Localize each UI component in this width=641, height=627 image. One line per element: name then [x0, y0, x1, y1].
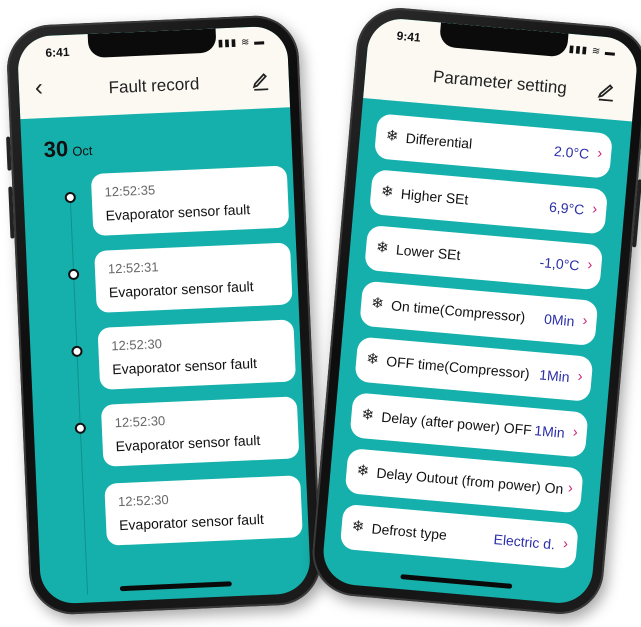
fault-message: Evaporator sensor fault: [105, 201, 251, 224]
chevron-right-icon: ›: [572, 423, 579, 441]
snowflake-icon: ❄: [375, 238, 390, 257]
timeline-dot: [64, 191, 77, 204]
side-button: [6, 136, 12, 171]
param-row-differential[interactable]: ❄ Differential 2.0°C ›: [373, 113, 613, 179]
notch: [87, 28, 217, 59]
param-row-off-time[interactable]: ❄ OFF time(Compressor) 1Min ›: [354, 336, 594, 402]
chevron-right-icon: ›: [591, 200, 599, 218]
edit-icon[interactable]: [596, 78, 618, 102]
param-row-higher-set[interactable]: ❄ Higher SEt 6,9°C ›: [369, 169, 609, 235]
phone-fault-record: 6:41 ▮▮▮ ≋ ▬ ‹ Fault record 30 Oct 12:52:…: [5, 13, 323, 617]
fault-time: 12:52:31: [107, 259, 159, 277]
timeline-dot: [67, 268, 80, 281]
snowflake-icon: ❄: [365, 350, 380, 369]
fault-message: Evaporator sensor fault: [115, 431, 261, 455]
param-value: 1Min: [538, 366, 571, 386]
status-time: 6:41: [45, 44, 70, 60]
param-name: Defrost type: [370, 520, 448, 543]
date-day: 30: [43, 136, 69, 163]
date-header: 30 Oct: [43, 135, 93, 163]
param-value: -1,0°C: [538, 254, 581, 274]
param-name: Delay (after power) OFF: [380, 408, 533, 438]
fault-time: 12:52:30: [114, 413, 166, 431]
fault-time: 12:52:30: [110, 336, 163, 354]
param-name: On time(Compressor): [390, 297, 526, 325]
param-value: Electric d.: [493, 531, 556, 553]
fault-record-card[interactable]: 12:52:30 Evaporator sensor fault: [104, 475, 303, 546]
param-value: 0Min: [543, 310, 576, 330]
chevron-right-icon: ›: [567, 479, 574, 497]
fault-record-card[interactable]: 12:52:31 Evaporator sensor fault: [94, 242, 293, 313]
fault-message: Evaporator sensor fault: [108, 278, 254, 301]
phone-parameter-setting: 9:41 ▮▮▮ ≋ ▬ Parameter setting ❄ Differe…: [308, 4, 641, 618]
snowflake-icon: ❄: [351, 517, 366, 536]
param-value: 1Min: [533, 422, 566, 441]
status-icons: ▮▮▮ ≋ ▬: [217, 36, 266, 50]
param-name: Differential: [405, 129, 473, 152]
chevron-right-icon: ›: [586, 256, 594, 274]
fault-time: 12:52:35: [104, 182, 156, 200]
param-row-on-time[interactable]: ❄ On time(Compressor) 0Min ›: [359, 280, 599, 347]
nav-bar: 9:41 ▮▮▮ ≋ ▬ Parameter setting: [363, 16, 640, 122]
param-value: 6,9°C: [548, 198, 585, 218]
fault-message: Evaporator sensor fault: [111, 354, 258, 378]
fault-time: 12:52:30: [117, 491, 169, 510]
screen: 9:41 ▮▮▮ ≋ ▬ Parameter setting ❄ Differe…: [320, 16, 640, 606]
home-indicator[interactable]: [400, 574, 513, 589]
chevron-right-icon: ›: [562, 535, 569, 553]
snowflake-icon: ❄: [380, 182, 395, 201]
param-row-lower-set[interactable]: ❄ Lower SEt -1,0°C ›: [364, 224, 604, 291]
param-name: Delay Outout (from power) On: [375, 464, 565, 497]
fault-message: Evaporator sensor fault: [118, 510, 265, 534]
nav-bar: 6:41 ▮▮▮ ≋ ▬ ‹ Fault record: [16, 25, 291, 120]
fault-record-card[interactable]: 12:52:30 Evaporator sensor fault: [100, 396, 300, 467]
home-indicator[interactable]: [119, 581, 232, 592]
date-month: Oct: [71, 142, 93, 159]
timeline-dot: [74, 422, 87, 434]
param-name: Lower SEt: [395, 241, 462, 264]
param-name: Higher SEt: [400, 185, 470, 208]
param-value: 2.0°C: [553, 142, 590, 162]
timeline-line: [69, 194, 89, 595]
chevron-right-icon: ›: [576, 367, 584, 386]
param-name: OFF time(Compressor): [385, 353, 531, 382]
chevron-right-icon: ›: [596, 144, 603, 163]
fault-record-card[interactable]: 12:52:30 Evaporator sensor fault: [97, 319, 297, 390]
page-title: Fault record: [108, 74, 200, 98]
page-title: Parameter setting: [432, 67, 568, 98]
snowflake-icon: ❄: [355, 461, 370, 480]
volume-button: [8, 186, 15, 239]
chevron-right-icon: ›: [581, 312, 589, 330]
timeline-dot: [71, 345, 83, 358]
edit-icon[interactable]: [250, 68, 271, 91]
snowflake-icon: ❄: [360, 406, 375, 425]
notch: [438, 22, 569, 58]
power-button: [632, 179, 641, 248]
screen: 6:41 ▮▮▮ ≋ ▬ ‹ Fault record 30 Oct 12:52:…: [16, 25, 312, 605]
param-row-delay-on[interactable]: ❄ Delay Outout (from power) On ›: [344, 448, 584, 514]
snowflake-icon: ❄: [370, 294, 385, 313]
fault-record-card[interactable]: 12:52:35 Evaporator sensor fault: [90, 165, 290, 237]
status-time: 9:41: [396, 28, 422, 45]
status-icons: ▮▮▮ ≋ ▬: [568, 43, 617, 59]
param-row-delay-off[interactable]: ❄ Delay (after power) OFF 1Min ›: [349, 392, 589, 458]
param-row-defrost-type[interactable]: ❄ Defrost type Electric d. ›: [339, 503, 579, 570]
snowflake-icon: ❄: [385, 127, 400, 146]
